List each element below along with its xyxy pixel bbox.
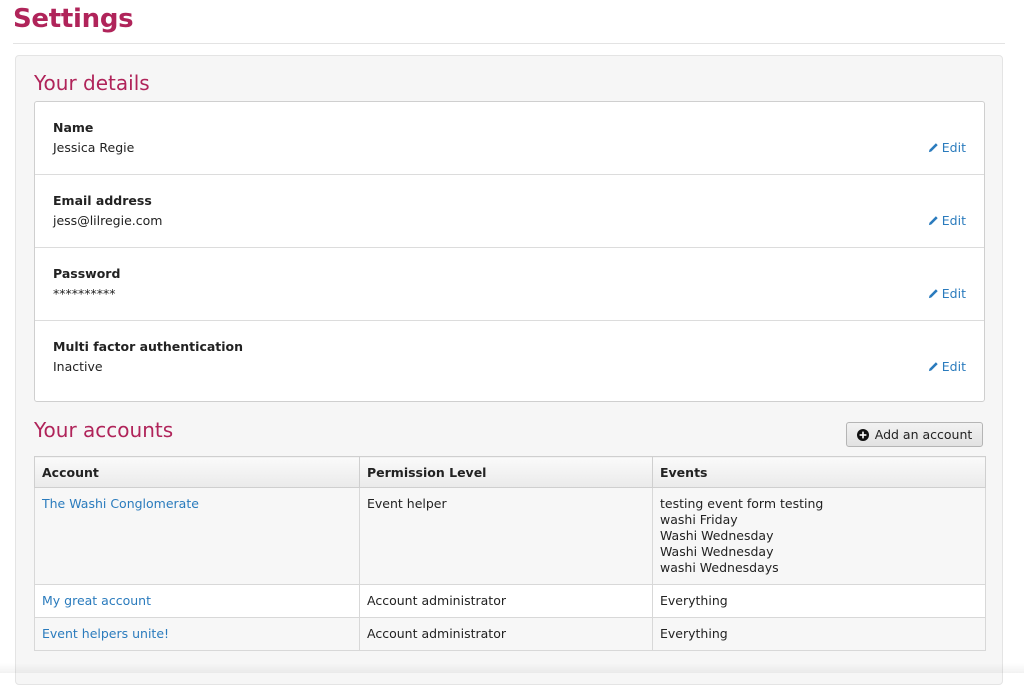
accounts-table: Account Permission Level Events The Wash…: [34, 456, 986, 651]
pencil-icon: [928, 216, 938, 226]
table-row: My great account Account administrator E…: [34, 584, 986, 618]
detail-row-mfa: Multi factor authentication Inactive Edi…: [35, 321, 984, 394]
detail-label: Multi factor authentication: [53, 339, 244, 354]
event-item: Everything: [660, 593, 728, 608]
add-account-label: Add an account: [874, 427, 973, 442]
column-header-events: Events: [652, 456, 986, 488]
edit-label: Edit: [941, 140, 966, 155]
detail-value: Jessica Regie: [53, 140, 135, 155]
events-cell: testing event form testing washi Friday …: [652, 487, 986, 585]
bottom-shade: [0, 663, 1024, 673]
table-header-row: Account Permission Level Events: [34, 456, 986, 488]
details-heading: Your details: [34, 71, 150, 95]
account-cell: Event helpers unite!: [34, 617, 360, 651]
permission-cell: Event helper: [359, 487, 653, 585]
edit-email-link[interactable]: Edit: [928, 213, 966, 228]
detail-value: Inactive: [53, 359, 103, 374]
permission-cell: Account administrator: [359, 584, 653, 618]
accounts-heading: Your accounts: [34, 418, 174, 442]
event-item: washi Friday: [660, 512, 738, 527]
permission-cell: Account administrator: [359, 617, 653, 651]
events-cell: Everything: [652, 584, 986, 618]
detail-label: Name: [53, 120, 94, 135]
edit-label: Edit: [941, 286, 966, 301]
pencil-icon: [928, 362, 938, 372]
events-cell: Everything: [652, 617, 986, 651]
edit-mfa-link[interactable]: Edit: [928, 359, 966, 374]
column-header-account: Account: [34, 456, 360, 488]
edit-name-link[interactable]: Edit: [928, 140, 966, 155]
event-item: Washi Wednesday: [660, 544, 774, 559]
add-account-button[interactable]: Add an account: [846, 422, 983, 447]
pencil-icon: [928, 289, 938, 299]
detail-value: **********: [53, 286, 116, 301]
table-row: The Washi Conglomerate Event helper test…: [34, 487, 986, 585]
event-item: Washi Wednesday: [660, 528, 774, 543]
pencil-icon: [928, 143, 938, 153]
edit-password-link[interactable]: Edit: [928, 286, 966, 301]
account-cell: The Washi Conglomerate: [34, 487, 360, 585]
title-divider: [13, 43, 1005, 44]
detail-label: Email address: [53, 193, 152, 208]
account-link[interactable]: The Washi Conglomerate: [42, 496, 199, 511]
detail-value: jess@lilregie.com: [53, 213, 163, 228]
table-row: Event helpers unite! Account administrat…: [34, 617, 986, 651]
edit-label: Edit: [941, 213, 966, 228]
event-item: Everything: [660, 626, 728, 641]
plus-circle-icon: [856, 428, 869, 441]
account-link[interactable]: My great account: [42, 593, 151, 608]
account-link[interactable]: Event helpers unite!: [42, 626, 169, 641]
detail-row-name: Name Jessica Regie Edit: [35, 102, 984, 175]
page-title: Settings: [13, 4, 134, 34]
column-header-permission: Permission Level: [359, 456, 653, 488]
edit-label: Edit: [941, 359, 966, 374]
detail-row-password: Password ********** Edit: [35, 248, 984, 321]
account-cell: My great account: [34, 584, 360, 618]
detail-row-email: Email address jess@lilregie.com Edit: [35, 175, 984, 248]
detail-label: Password: [53, 266, 121, 281]
details-box: Name Jessica Regie Edit Email address je…: [34, 101, 985, 402]
event-item: testing event form testing: [660, 496, 824, 511]
event-item: washi Wednesdays: [660, 560, 779, 575]
